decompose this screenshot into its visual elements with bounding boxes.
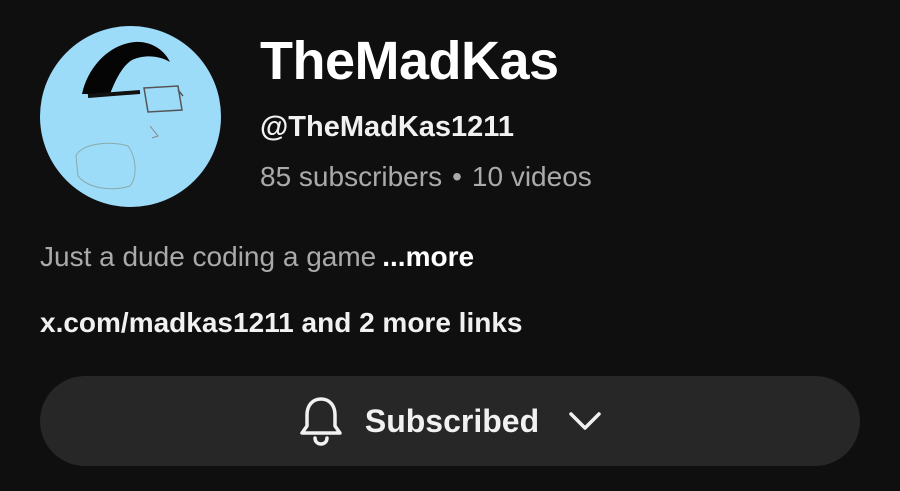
bell-icon [300, 397, 342, 446]
channel-stats: 85 subscribers • 10 videos [260, 161, 592, 193]
channel-name: TheMadKas [260, 31, 559, 91]
subscribed-button[interactable]: Subscribed [40, 376, 860, 466]
channel-description: Just a dude coding a game ...more [40, 241, 474, 273]
stats-separator: • [452, 161, 462, 192]
avatar-drawing-icon [75, 41, 184, 190]
channel-avatar[interactable] [40, 26, 221, 207]
subscribed-label: Subscribed [364, 402, 540, 439]
channel-links[interactable]: x.com/madkas1211 and 2 more links [40, 307, 522, 339]
video-count: 10 videos [471, 161, 592, 192]
description-text: Just a dude coding a game [40, 241, 377, 272]
channel-handle: @TheMadKas1211 [260, 111, 514, 143]
more-link[interactable]: ...more [382, 241, 474, 272]
subscriber-count: 85 subscribers [260, 161, 443, 192]
chevron-down-icon[interactable] [567, 409, 603, 433]
